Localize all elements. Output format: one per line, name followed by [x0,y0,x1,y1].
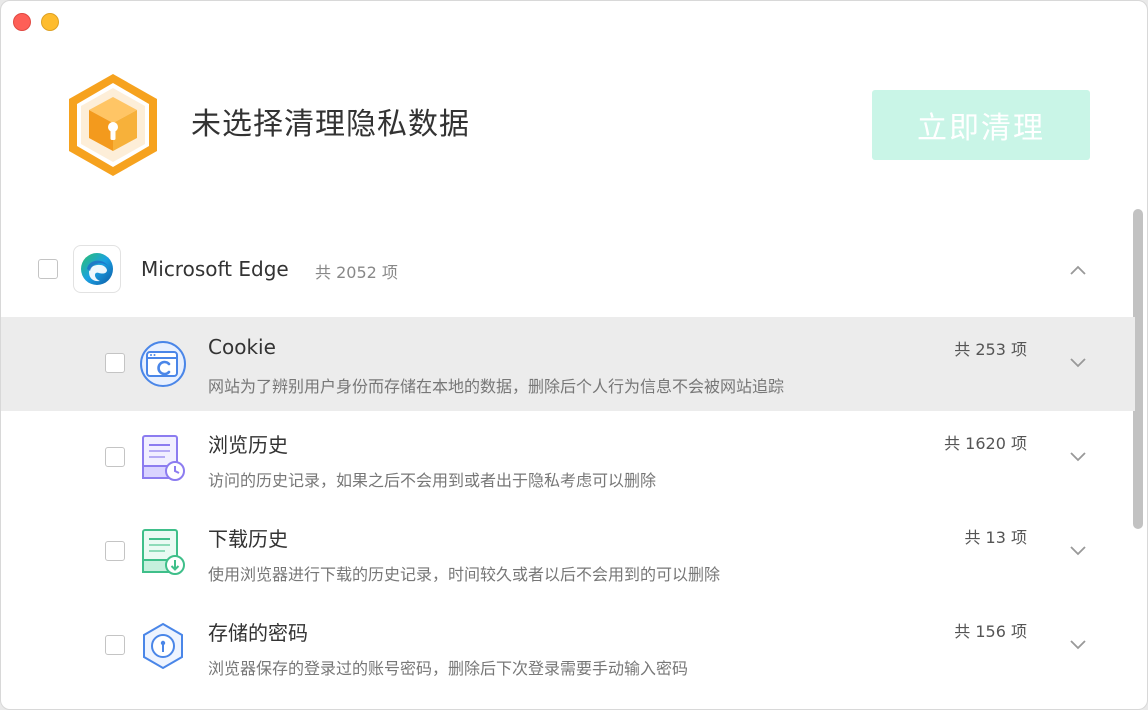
item-checkbox[interactable] [105,353,125,373]
app-window: 未选择清理隐私数据 立即清理 Microsoft Edge 共 2052 项 C… [0,0,1148,710]
item-title: 存储的密码 [208,621,308,645]
download-history-icon [142,529,185,575]
chevron-up-icon[interactable] [1067,259,1089,281]
history-icon [142,435,185,481]
browser-item-count: 共 2052 项 [315,263,398,282]
item-checkbox[interactable] [105,541,125,561]
chevron-down-icon[interactable] [1067,539,1089,561]
item-checkbox[interactable] [105,635,125,655]
item-count: 共 1620 项 [944,434,1027,453]
item-description: 网站为了辨别用户身份而存储在本地的数据，删除后个人行为信息不会被网站追踪 [208,377,785,396]
browser-checkbox[interactable] [38,259,58,279]
close-window-button[interactable] [13,13,31,31]
chevron-down-icon[interactable] [1067,445,1089,467]
edge-browser-icon [73,245,121,293]
item-title: 浏览历史 [208,433,288,457]
list-item-download-history[interactable]: 下载历史 使用浏览器进行下载的历史记录，时间较久或者以后不会用到的可以删除 共 … [1,505,1135,599]
list-item-saved-passwords[interactable]: 存储的密码 浏览器保存的登录过的账号密码，删除后下次登录需要手动输入密码 共 1… [1,599,1135,693]
chevron-down-icon[interactable] [1067,351,1089,373]
clean-now-button[interactable]: 立即清理 [872,90,1090,160]
chevron-down-icon[interactable] [1067,633,1089,655]
page-title: 未选择清理隐私数据 [191,107,470,142]
window-controls [13,13,59,31]
browser-name: Microsoft Edge [141,257,289,281]
list-item-browsing-history[interactable]: 浏览历史 访问的历史记录，如果之后不会用到或者出于隐私考虑可以删除 共 1620… [1,411,1135,505]
item-count: 共 13 项 [964,528,1027,547]
browser-row[interactable]: Microsoft Edge 共 2052 项 [1,233,1131,311]
item-description: 浏览器保存的登录过的账号密码，删除后下次登录需要手动输入密码 [208,659,689,678]
list-item-cookie[interactable]: Cookie 网站为了辨别用户身份而存储在本地的数据，删除后个人行为信息不会被网… [1,317,1135,411]
privacy-box-logo-icon [69,74,157,176]
item-title: Cookie [208,335,276,359]
item-count: 共 156 项 [954,622,1027,641]
item-title: 下载历史 [208,527,288,551]
password-icon [143,622,183,670]
cookie-icon [140,341,186,387]
item-checkbox[interactable] [105,447,125,467]
item-description: 使用浏览器进行下载的历史记录，时间较久或者以后不会用到的可以删除 [208,565,721,584]
item-count: 共 253 项 [954,340,1027,359]
minimize-window-button[interactable] [41,13,59,31]
item-description: 访问的历史记录，如果之后不会用到或者出于隐私考虑可以删除 [208,471,657,490]
